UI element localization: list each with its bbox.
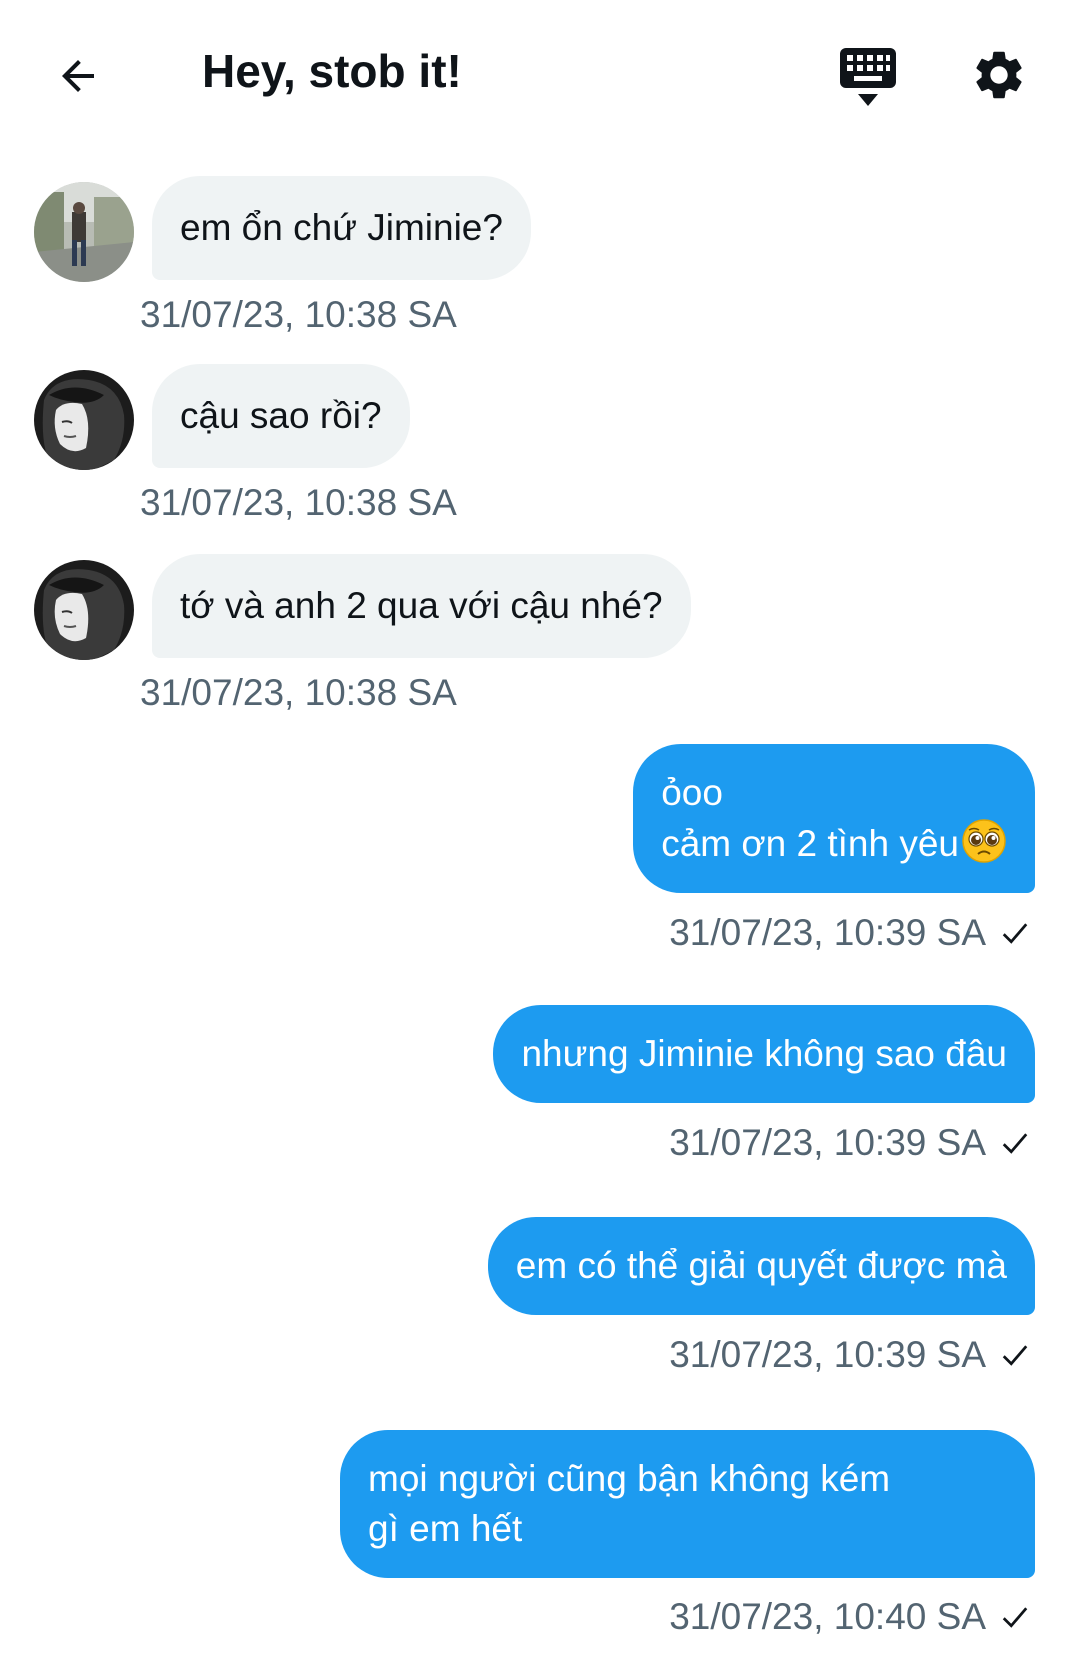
gear-icon bbox=[976, 51, 1022, 99]
timestamp-text: 31/07/23, 10:39 SA bbox=[669, 912, 986, 953]
checkmark-icon bbox=[1002, 923, 1028, 944]
keyboard-icon bbox=[840, 48, 896, 106]
timestamp-text: 31/07/23, 10:39 SA bbox=[669, 1122, 986, 1163]
message-text-line: gì em hết bbox=[368, 1508, 523, 1549]
keyboard-button[interactable] bbox=[838, 46, 898, 108]
message-bubble-incoming[interactable]: cậu sao rồi? bbox=[152, 364, 410, 468]
message-bubble-incoming[interactable]: tớ và anh 2 qua với cậu nhé? bbox=[152, 554, 691, 658]
message-timestamp: 31/07/23, 10:39 SA bbox=[669, 1334, 1030, 1376]
message-text: em có thể giải quyết được mà bbox=[515, 1245, 1007, 1286]
message-text: tớ và anh 2 qua với cậu nhé? bbox=[180, 585, 663, 626]
message-timestamp: 31/07/23, 10:39 SA bbox=[669, 1122, 1030, 1164]
conversation-title: Hey, stob it! bbox=[202, 45, 462, 97]
message-timestamp: 31/07/23, 10:38 SA bbox=[140, 672, 457, 713]
avatar[interactable] bbox=[34, 560, 134, 660]
message-bubble-outgoing[interactable]: nhưng Jiminie không sao đâu bbox=[493, 1005, 1035, 1103]
conversation-header: Hey, stob it! bbox=[0, 0, 1080, 150]
message-timestamp: 31/07/23, 10:38 SA bbox=[140, 482, 457, 523]
message-text: cảm ơn 2 tình yêu bbox=[661, 823, 959, 864]
pleading-face-emoji bbox=[962, 819, 1006, 863]
message-text: nhưng Jiminie không sao đâu bbox=[521, 1033, 1007, 1074]
message-bubble-incoming[interactable]: em ổn chứ Jiminie? bbox=[152, 176, 531, 280]
message-text-line: mọi người cũng bận không kém bbox=[368, 1458, 891, 1499]
timestamp-text: 31/07/23, 10:40 SA bbox=[669, 1596, 986, 1637]
checkmark-icon bbox=[1002, 1133, 1028, 1154]
message-text: cậu sao rồi? bbox=[180, 395, 382, 436]
arrow-left-icon bbox=[62, 60, 94, 92]
back-button[interactable] bbox=[50, 48, 106, 104]
checkmark-icon bbox=[1002, 1345, 1028, 1366]
avatar[interactable] bbox=[34, 370, 134, 470]
message-text-line: ỏoo bbox=[661, 772, 723, 813]
message-timestamp: 31/07/23, 10:38 SA bbox=[140, 294, 457, 335]
message-text: em ổn chứ Jiminie? bbox=[180, 207, 503, 248]
avatar[interactable] bbox=[34, 182, 134, 282]
message-text-line: cảm ơn 2 tình yêu bbox=[661, 818, 1007, 869]
message-timestamp: 31/07/23, 10:39 SA bbox=[669, 912, 1030, 954]
message-bubble-outgoing[interactable]: em có thể giải quyết được mà bbox=[487, 1217, 1035, 1315]
timestamp-text: 31/07/23, 10:39 SA bbox=[669, 1334, 986, 1375]
message-timestamp: 31/07/23, 10:40 SA bbox=[669, 1596, 1030, 1638]
message-bubble-outgoing[interactable]: mọi người cũng bận không kém gì em hết bbox=[340, 1430, 1035, 1578]
checkmark-icon bbox=[1002, 1607, 1028, 1628]
settings-button[interactable] bbox=[970, 46, 1030, 106]
message-bubble-outgoing[interactable]: ỏoo cảm ơn 2 tình yêu bbox=[633, 744, 1035, 893]
